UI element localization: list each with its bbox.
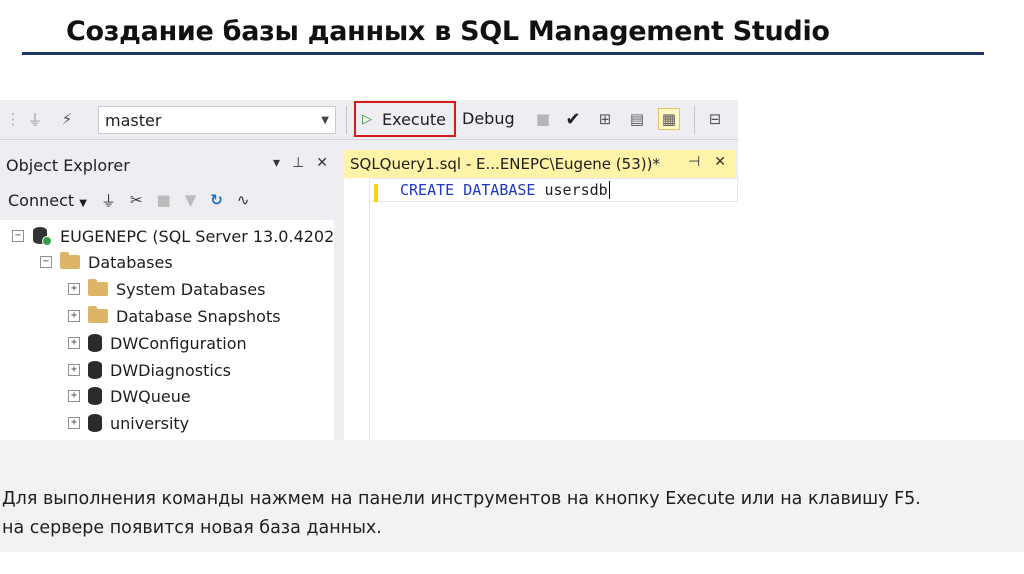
include-plan-icon[interactable]: ⊟ [704,108,726,130]
tree-item-label: System Databases [116,279,266,299]
results-grid-icon[interactable]: ▤ [626,108,648,130]
editor-gutter [344,178,370,440]
query-plan-icon[interactable]: ⊞ [594,108,616,130]
folder-icon [88,279,108,296]
caption-box: Для выполнения команды нажмем на панели … [0,440,1024,552]
toolbar-separator [346,106,347,134]
disconnect-icon[interactable]: ✂ [130,191,143,209]
close-icon[interactable]: ✕ [316,155,328,171]
folder-icon [60,252,80,269]
database-icon [88,414,102,432]
tree-node-system-databases[interactable]: + System Databases [68,276,265,302]
title-underline [22,52,984,55]
panel-splitter[interactable] [334,140,344,440]
tree-node-dwconfiguration[interactable]: + DWConfiguration [68,330,247,356]
debug-button[interactable]: Debug [462,109,515,128]
object-explorer-header: Object Explorer ▾ ⊥ ✕ [0,150,334,180]
folder-icon [88,306,108,323]
stop-icon[interactable]: ■ [532,108,554,130]
query-editor[interactable]: CREATE DATABASE usersdb [344,178,738,440]
toolbar-separator [694,106,695,134]
slide-title: Создание базы данных в SQL Management St… [66,16,830,47]
pin-icon[interactable]: ⊣ [688,154,700,170]
slide: Создание базы данных в SQL Management St… [0,0,1024,574]
expand-icon[interactable]: + [68,337,80,349]
ssms-screenshot: ⋮ ⏚ ⚡ master ▼ ▷ Execute Debug ■ ✔ ⊞ ▤ ▦… [0,100,738,440]
connect-label: Connect [8,190,75,210]
activity-monitor-icon[interactable]: ∿ [237,191,250,209]
object-explorer-title: Object Explorer [6,155,130,175]
database-icon [88,387,102,405]
database-icon [88,361,102,379]
execute-button[interactable]: ▷ Execute [354,101,456,137]
database-icon [88,334,102,352]
dropdown-icon[interactable]: ▾ [273,155,280,171]
toolbar-grip-icon: ⋮ [5,110,21,128]
tree-node-dwdiagnostics[interactable]: + DWDiagnostics [68,357,231,383]
expand-icon[interactable]: + [68,390,80,402]
connect-icon[interactable]: ⏚ [24,108,46,130]
tree-item-label: Database Snapshots [116,306,281,326]
text-cursor [608,181,610,199]
chevron-down-icon: ▼ [79,197,87,209]
tree-node-databases[interactable]: − Databases [40,249,173,275]
tab-sqlquery1[interactable]: SQLQuery1.sql - E...ENEPC\Eugene (53))* … [344,150,736,178]
caption-line-2: на сервере появится новая база данных. [2,518,382,538]
tab-title: SQLQuery1.sql - E...ENEPC\Eugene (53))* [350,155,660,173]
pin-icon[interactable]: ⊥ [292,155,304,171]
object-explorer-tree: − EUGENEPC (SQL Server 13.0.4202.2 − Dat… [0,220,334,440]
connect-button[interactable]: Connect ▼ [8,191,87,210]
expand-icon[interactable]: + [68,283,80,295]
sql-code-line[interactable]: CREATE DATABASE usersdb [400,181,610,199]
server-icon [32,226,52,246]
results-to-file-icon[interactable]: ▦ [658,108,680,130]
execute-label: Execute [382,109,446,129]
databases-label: Databases [88,252,173,272]
refresh-icon[interactable]: ↻ [210,191,223,209]
tree-node-server[interactable]: − EUGENEPC (SQL Server 13.0.4202.2 [12,223,334,249]
main-toolbar: ⋮ ⏚ ⚡ master ▼ ▷ Execute Debug ■ ✔ ⊞ ▤ ▦… [0,100,738,140]
changed-line-marker [374,184,378,202]
available-databases-select[interactable]: master ▼ [98,106,336,134]
caption-line-1: Для выполнения команды нажмем на панели … [2,489,921,509]
tree-item-label: DWConfiguration [110,333,247,353]
play-icon: ▷ [362,111,372,127]
object-explorer-toolbar: Connect ▼ ⏚ ✂ ■ ▼ ↻ ∿ [0,182,334,218]
tree-node-university[interactable]: + university [68,410,189,436]
collapse-icon[interactable]: − [40,256,52,268]
tree-node-dwqueue[interactable]: + DWQueue [68,383,191,409]
tree-item-label: university [110,413,190,433]
sql-keyword: CREATE DATABASE [400,181,536,199]
stop-icon[interactable]: ■ [157,191,171,209]
change-connection-icon[interactable]: ⚡ [56,108,78,130]
chevron-down-icon: ▼ [321,114,329,126]
tree-item-label: DWQueue [110,386,191,406]
filter-icon[interactable]: ▼ [185,191,197,209]
expand-icon[interactable]: + [68,310,80,322]
server-label: EUGENEPC (SQL Server 13.0.4202.2 [60,226,334,246]
parse-check-icon[interactable]: ✔ [562,108,584,130]
collapse-icon[interactable]: − [12,230,24,242]
database-select-value: master [105,110,162,130]
expand-icon[interactable]: + [68,417,80,429]
expand-icon[interactable]: + [68,364,80,376]
sql-identifier: usersdb [544,181,608,199]
close-icon[interactable]: ✕ [714,154,726,170]
tree-node-database-snapshots[interactable]: + Database Snapshots [68,303,281,329]
plug-icon[interactable]: ⏚ [101,190,116,211]
tree-item-label: DWDiagnostics [110,360,231,380]
